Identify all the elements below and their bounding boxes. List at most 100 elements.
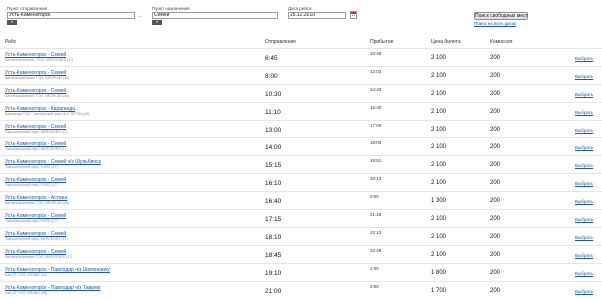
departure-time: 14:00 bbox=[265, 144, 282, 152]
date-input[interactable]: 25.12.2010 bbox=[288, 12, 346, 19]
table-row: Усть-Каменогорск - Семей Автовокзалсерви… bbox=[0, 83, 602, 102]
choose-link[interactable]: Выбрать bbox=[575, 181, 593, 186]
arrival-time: 10:48 bbox=[370, 51, 382, 56]
choose-link[interactable]: Выбрать bbox=[575, 110, 593, 115]
departure-time: 18:10 bbox=[265, 233, 282, 241]
choose-link[interactable]: Выбрать bbox=[575, 163, 593, 168]
destination-select-button[interactable]: ▾ bbox=[152, 20, 162, 25]
ticket-price: 1 800 bbox=[431, 269, 447, 276]
ticket-price: 1 700 bbox=[431, 287, 447, 294]
choose-link[interactable]: Выбрать bbox=[575, 235, 593, 240]
destination-input[interactable]: Семей bbox=[152, 12, 278, 19]
choose-link[interactable]: Выбрать bbox=[575, 199, 593, 204]
departure-time: 10:30 bbox=[265, 90, 282, 98]
arrival-time: 12:03 bbox=[370, 68, 382, 74]
carrier-info: Бал-ЕТ ТОО, ИЛОВО (32) bbox=[5, 272, 47, 277]
results-table: Усть-Каменогорск - Семей Автовокзалсерви… bbox=[0, 48, 602, 298]
carrier-info: Автовокзалсервис, TOO, MERCEDES (17) bbox=[5, 58, 74, 62]
choose-link[interactable]: Выбрать bbox=[575, 289, 593, 294]
header-commission: Комиссия bbox=[490, 39, 513, 45]
arrival-time: 0:00 bbox=[370, 283, 379, 289]
commission: 200 bbox=[490, 72, 501, 79]
choose-link[interactable]: Выбрать bbox=[575, 128, 593, 133]
ticket-price: 2 100 bbox=[431, 108, 447, 115]
table-row: Усть-Каменогорск - Семей ч/з Шульбинск Т… bbox=[0, 155, 602, 173]
commission: 200 bbox=[490, 233, 501, 240]
header-arrival: Прибытие bbox=[370, 39, 394, 45]
header-departure: Отправление bbox=[265, 39, 297, 45]
choose-link[interactable]: Выбрать bbox=[575, 92, 593, 97]
arrival-time: 19:51 bbox=[370, 158, 382, 164]
departure-time: 15:15 bbox=[265, 162, 282, 170]
table-row: Усть-Каменогорск - Павлодар ч/з Таврию Б… bbox=[0, 280, 602, 299]
search-panel: Пункт отправления Усть-Каменогорск ▾ ↔ П… bbox=[0, 0, 602, 30]
choose-link[interactable]: Выбрать bbox=[575, 74, 593, 79]
choose-link[interactable]: Выбрать bbox=[575, 145, 593, 150]
departure-time: 8:00 bbox=[265, 72, 278, 80]
ticket-price: 1 300 bbox=[431, 198, 447, 205]
header-price: Цена билета bbox=[431, 39, 461, 45]
find-seats-button[interactable]: Поиск свободных мест bbox=[474, 12, 528, 20]
arrival-time: 1:00 bbox=[370, 265, 379, 271]
choose-link[interactable]: Выбрать bbox=[575, 217, 593, 222]
departure-time: 6:45 bbox=[265, 55, 278, 62]
table-row: Усть-Каменогорск - Караганда Караганда T… bbox=[0, 101, 602, 120]
commission: 200 bbox=[490, 180, 501, 187]
arrival-time: 20:13 bbox=[370, 176, 382, 182]
carrier-info: Таксомоторный парк, FORD (17) bbox=[5, 183, 58, 188]
calendar-icon[interactable] bbox=[350, 11, 357, 19]
table-row: Усть-Каменогорск - Семей Таксомоторный п… bbox=[0, 173, 602, 191]
table-row: Усть-Каменогорск - Семей Таксомоторный п… bbox=[0, 119, 602, 138]
carrier-info: Таксомоторный парк, FORD (17) bbox=[5, 165, 58, 170]
commission: 200 bbox=[490, 216, 501, 223]
carrier-info: Бал-ЕТ ТОО, ИЛОВО (38) bbox=[5, 290, 47, 295]
carrier-info: Таксомоторный парк, MERCEDES (17) bbox=[5, 236, 68, 241]
table-row: Усть-Каменогорск - Семей Таксомоторный п… bbox=[0, 137, 602, 155]
ticket-price: 2 100 bbox=[431, 90, 447, 97]
arrival-time: 21:18 bbox=[370, 212, 382, 218]
choose-link[interactable]: Выбрать bbox=[575, 253, 593, 258]
arrival-time: 17:00 bbox=[370, 122, 382, 128]
arrival-time: 22:13 bbox=[370, 229, 382, 235]
commission: 200 bbox=[490, 144, 501, 151]
departure-time: 13:00 bbox=[265, 126, 282, 134]
departure-select-button[interactable]: ▾ bbox=[7, 20, 17, 25]
commission: 200 bbox=[490, 287, 501, 294]
departure-label: Пункт отправления bbox=[7, 6, 48, 11]
header-route: Рейс bbox=[5, 39, 17, 45]
ticket-price: 2 100 bbox=[431, 251, 447, 258]
departure-time: 16:40 bbox=[265, 198, 282, 206]
commission: 200 bbox=[490, 251, 501, 258]
choose-link[interactable]: Выбрать bbox=[575, 271, 593, 276]
ticket-price: 2 100 bbox=[431, 162, 447, 169]
arrival-time: 15:30 bbox=[370, 104, 382, 110]
all-dates-link[interactable]: Поиск на всех датах bbox=[474, 21, 516, 26]
table-row: Усть-Каменогорск - Павлодар ч/з Шемонаих… bbox=[0, 262, 602, 281]
ticket-price: 2 100 bbox=[431, 55, 447, 61]
commission: 200 bbox=[490, 108, 501, 115]
table-header: Рейс Отправление Прибытие Цена билета Ко… bbox=[0, 38, 602, 48]
commission: 200 bbox=[490, 55, 501, 61]
carrier-info: Автовокзалсервис TOO, NEOPLAN (45) bbox=[5, 75, 70, 80]
arrival-time: 22:48 bbox=[370, 247, 382, 253]
carrier-info: Автовокзалсервис TOO, NEOPLAN (44) bbox=[5, 201, 70, 206]
departure-time: 19:10 bbox=[265, 269, 282, 277]
ticket-price: 2 100 bbox=[431, 216, 447, 223]
table-row: Усть-Каменогорск - Семей Таксомоторный п… bbox=[0, 226, 602, 245]
arrival-time: 0:00 bbox=[370, 194, 379, 200]
choose-link[interactable]: Выбрать bbox=[575, 56, 593, 61]
destination-label: Пункт назначения bbox=[152, 6, 190, 11]
ticket-price: 2 100 bbox=[431, 180, 447, 187]
carrier-info: Таксомоторный парк, MERCEDES (17) bbox=[5, 147, 68, 152]
swap-icon[interactable]: ↔ bbox=[138, 14, 143, 19]
table-row: Усть-Каменогорск - Семей Автовокзалсерви… bbox=[0, 65, 602, 84]
ticket-price: 2 100 bbox=[431, 126, 447, 133]
commission: 200 bbox=[490, 162, 501, 169]
ticket-price: 2 100 bbox=[431, 72, 447, 79]
carrier-info: Автовокзалсервис TOO, MERCEDES (17) bbox=[5, 254, 73, 259]
departure-input[interactable]: Усть-Каменогорск bbox=[7, 12, 135, 19]
date-label: Дата рейса bbox=[288, 6, 312, 11]
table-row: Усть-Каменогорск - Семей Автовокзалсерви… bbox=[0, 244, 602, 263]
table-row: Усть-Каменогорск - Астана Автовокзалсерв… bbox=[0, 191, 602, 209]
ticket-price: 2 100 bbox=[431, 233, 447, 240]
